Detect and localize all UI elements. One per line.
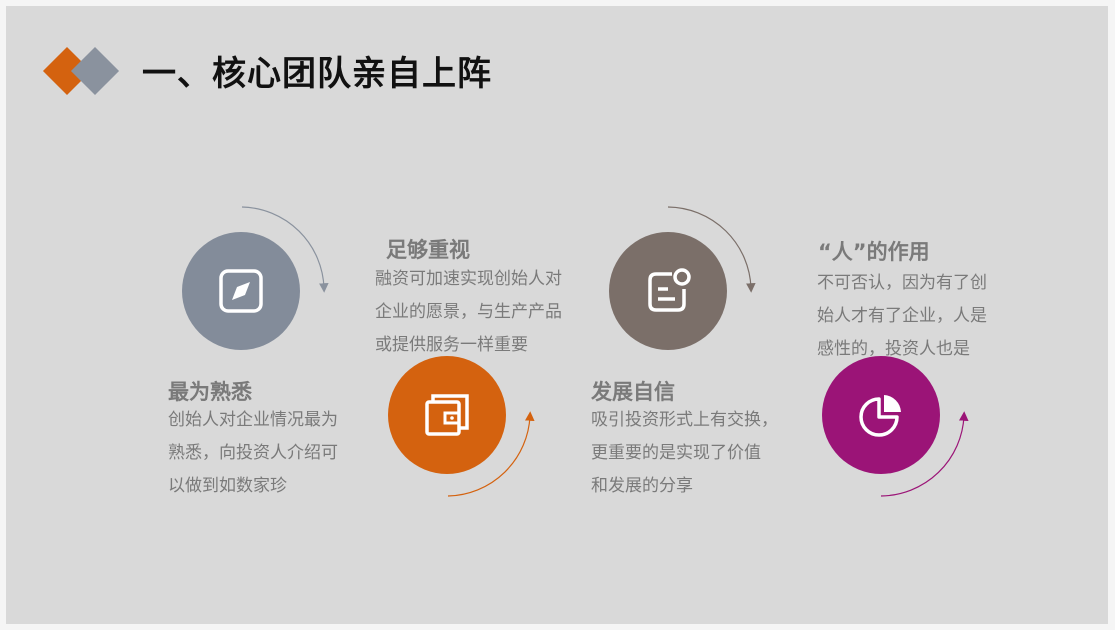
- item-1-heading: 最为熟悉: [168, 380, 252, 404]
- item-2-line: 或提供服务一样重要: [375, 335, 528, 355]
- item-4-heading: “人”的作用: [818, 240, 930, 264]
- item-1-line: 以做到如数家珍: [168, 476, 287, 496]
- slide: 一、核心团队亲自上阵 最为熟悉 创始人对企业情况最为 熟悉，向投资人介绍可 以做…: [6, 6, 1108, 624]
- compass-icon: [219, 269, 263, 313]
- item-1-line: 创始人对企业情况最为: [168, 410, 338, 430]
- item-4-line: 不可否认，因为有了创: [817, 273, 987, 293]
- item-3-body: 吸引投资形式上有交换， 更重要的是实现了价值 和发展的分享: [591, 404, 778, 503]
- item-4-circle: [822, 356, 940, 474]
- item-1-line: 熟悉，向投资人介绍可: [168, 443, 338, 463]
- item-2-heading: 足够重视: [386, 238, 470, 262]
- item-4-body: 不可否认，因为有了创 始人才有了企业，人是 感性的，投资人也是: [817, 267, 987, 366]
- item-3-line: 和发展的分享: [591, 476, 693, 496]
- item-2-line: 融资可加速实现创始人对: [375, 269, 562, 289]
- gray-diamond: [70, 46, 120, 96]
- item-3-line: 更重要的是实现了价值: [591, 443, 761, 463]
- item-1-circle: [182, 232, 300, 350]
- item-3-heading: 发展自信: [591, 380, 675, 404]
- title-logo: [42, 44, 124, 100]
- item-1-body: 创始人对企业情况最为 熟悉，向投资人介绍可 以做到如数家珍: [168, 404, 338, 503]
- pie-chart-icon: [859, 395, 901, 437]
- item-4-line: 始人才有了企业，人是: [817, 306, 987, 326]
- page-title: 一、核心团队亲自上阵: [142, 54, 492, 94]
- item-3-circle: [609, 232, 727, 350]
- notification-icon: [648, 268, 691, 312]
- item-3-line: 吸引投资形式上有交换，: [591, 410, 778, 430]
- item-2-body: 融资可加速实现创始人对 企业的愿景，与生产产品 或提供服务一样重要: [375, 263, 562, 362]
- item-2-line: 企业的愿景，与生产产品: [375, 302, 562, 322]
- item-4-line: 感性的，投资人也是: [817, 339, 970, 359]
- item-2-circle: [388, 356, 506, 474]
- wallet-icon: [425, 394, 469, 436]
